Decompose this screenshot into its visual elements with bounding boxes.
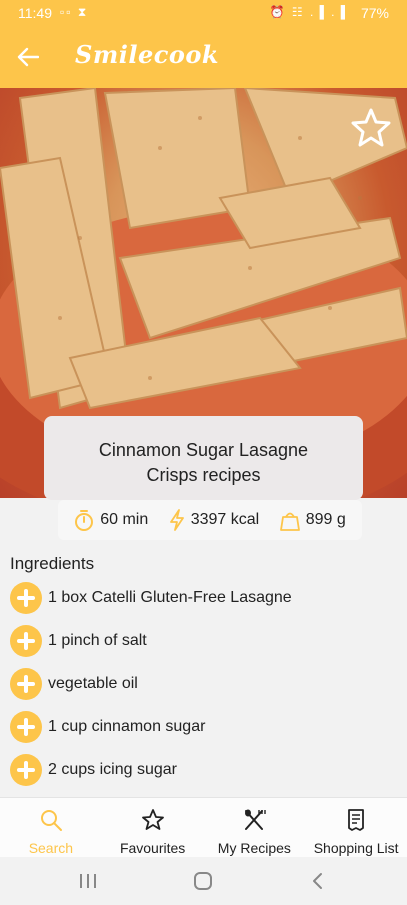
star-icon — [141, 809, 164, 830]
chevron-left-icon — [313, 873, 322, 889]
add-ingredient-plus-icon[interactable] — [10, 711, 42, 743]
ingredient-item: vegetable oil — [10, 668, 138, 700]
battery-level: 77% — [360, 5, 389, 21]
home-icon — [194, 872, 212, 890]
nav-my-recipes[interactable]: My Recipes — [204, 798, 306, 857]
home-button[interactable] — [191, 871, 215, 891]
notification-icons: ▫▫ ⧗ — [60, 5, 89, 19]
timer-icon — [75, 510, 94, 531]
app-title: Smilecook — [75, 40, 219, 69]
system-status-icons: ⏰ ☷ .▐ .▐ — [269, 5, 347, 19]
ingredient-item: 2 cups icing sugar — [10, 754, 177, 786]
ingredient-label: 1 box Catelli Gluten-Free Lasagne — [48, 589, 292, 606]
ingredients-heading: Ingredients — [10, 554, 95, 573]
app-bar: Smilecook — [0, 28, 407, 88]
ingredient-item: 1 cup cinnamon sugar — [10, 711, 205, 743]
back-button[interactable] — [14, 41, 42, 73]
weight-value: 899 g — [305, 511, 346, 528]
nav-shopping-list-label: Shopping List — [313, 840, 399, 856]
star-outline-icon — [351, 108, 391, 147]
status-time: 11:49 — [18, 5, 52, 21]
add-ingredient-plus-icon[interactable] — [10, 582, 42, 614]
ingredient-label: 2 cups icing sugar — [48, 761, 177, 778]
bag-icon — [279, 512, 300, 531]
ingredient-label: 1 pinch of salt — [48, 632, 147, 649]
stat-weight: 899 g — [279, 509, 346, 531]
add-ingredient-plus-icon[interactable] — [10, 625, 42, 657]
nav-favourites-label: Favourites — [119, 840, 186, 856]
time-value: 60 min — [100, 511, 149, 528]
stat-time: 60 min — [74, 509, 148, 531]
nav-search[interactable]: Search — [0, 798, 102, 857]
fork-spoon-icon — [245, 809, 267, 830]
nav-my-recipes-label: My Recipes — [217, 840, 291, 856]
bottom-navigation: Search Favourites My Recipes Shopping Li… — [0, 797, 407, 857]
ingredient-item: 1 pinch of salt — [10, 625, 147, 657]
add-ingredient-plus-icon[interactable] — [10, 668, 42, 700]
energy-value: 3397 kcal — [190, 511, 260, 528]
ingredient-item: 1 box Catelli Gluten-Free Lasagne — [10, 582, 292, 614]
system-navigation-bar — [0, 857, 407, 905]
status-bar: 11:49 ▫▫ ⧗ ⏰ ☷ .▐ .▐ 77% — [0, 0, 407, 28]
recent-apps-icon — [80, 874, 96, 888]
system-back-button[interactable] — [306, 871, 330, 891]
recent-apps-button[interactable] — [76, 871, 100, 891]
favourite-button[interactable] — [349, 106, 393, 150]
nav-favourites[interactable]: Favourites — [102, 798, 204, 857]
ingredient-label: 1 cup cinnamon sugar — [48, 718, 206, 735]
arrow-left-icon — [17, 47, 39, 67]
receipt-icon — [348, 809, 365, 831]
recipe-title: Cinnamon Sugar Lasagne Crisps recipes — [98, 440, 309, 485]
add-ingredient-plus-icon[interactable] — [10, 754, 42, 786]
ingredient-label: vegetable oil — [48, 675, 138, 692]
recipe-title-card: Cinnamon Sugar Lasagne Crisps recipes — [44, 416, 363, 500]
nav-search-label: Search — [28, 840, 74, 856]
nav-shopping-list[interactable]: Shopping List — [305, 798, 407, 857]
search-icon — [40, 810, 62, 831]
stat-energy: 3397 kcal — [169, 509, 260, 531]
recipe-stats: 60 min 3397 kcal 899 g — [58, 500, 362, 540]
lightning-icon — [169, 509, 184, 531]
